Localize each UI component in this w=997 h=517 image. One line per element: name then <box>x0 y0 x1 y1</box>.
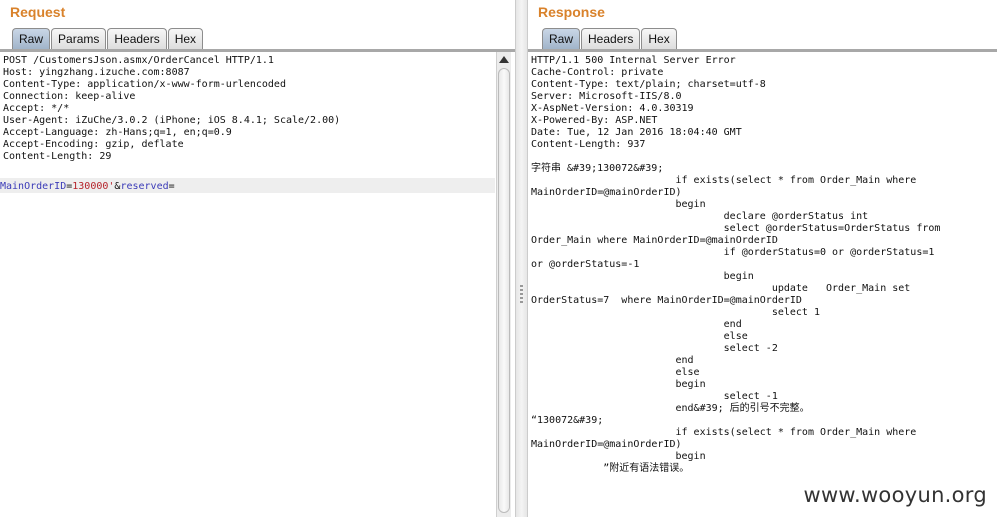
response-tabs: Raw Headers Hex <box>542 28 678 50</box>
request-tabs: Raw Params Headers Hex <box>12 28 204 50</box>
body-param-mainorderid-name: MainOrderID <box>0 181 67 192</box>
body-param-mainorderid-value: 130000' <box>72 181 115 192</box>
response-tab-raw[interactable]: Raw <box>542 28 581 50</box>
request-editor[interactable]: POST /CustomersJson.asmx/OrderCancel HTT… <box>0 52 495 517</box>
request-scroll-thumb[interactable] <box>498 68 510 513</box>
request-headers-text: POST /CustomersJson.asmx/OrderCancel HTT… <box>3 55 341 162</box>
response-tab-hex[interactable]: Hex <box>641 28 677 50</box>
response-title: Response <box>538 4 605 20</box>
split-grip-icon[interactable] <box>520 285 523 303</box>
watermark-text: www.wooyun.org <box>803 483 987 507</box>
pane-split-divider[interactable] <box>515 0 528 517</box>
request-scrollbar[interactable] <box>496 52 511 517</box>
request-pane: Request Raw Params Headers Hex POST /Cus… <box>0 0 515 517</box>
request-tab-headers[interactable]: Headers <box>107 28 167 50</box>
response-tab-headers[interactable]: Headers <box>581 28 641 50</box>
body-param-reserved-name: reserved <box>120 181 169 192</box>
request-tab-raw[interactable]: Raw <box>12 28 51 50</box>
body-equals-2: = <box>168 181 175 192</box>
request-tab-params[interactable]: Params <box>51 28 107 50</box>
request-blank-line <box>0 163 495 178</box>
response-pane: Response Raw Headers Hex HTTP/1.1 500 In… <box>528 0 997 517</box>
request-body-line: MainOrderID=130000'&reserved= <box>0 178 495 193</box>
request-title: Request <box>10 4 66 20</box>
request-tab-hex[interactable]: Hex <box>167 28 204 50</box>
response-text: HTTP/1.1 500 Internal Server Error Cache… <box>531 55 941 474</box>
scroll-up-arrow-icon[interactable] <box>499 56 509 63</box>
response-editor[interactable]: HTTP/1.1 500 Internal Server Error Cache… <box>528 52 997 517</box>
